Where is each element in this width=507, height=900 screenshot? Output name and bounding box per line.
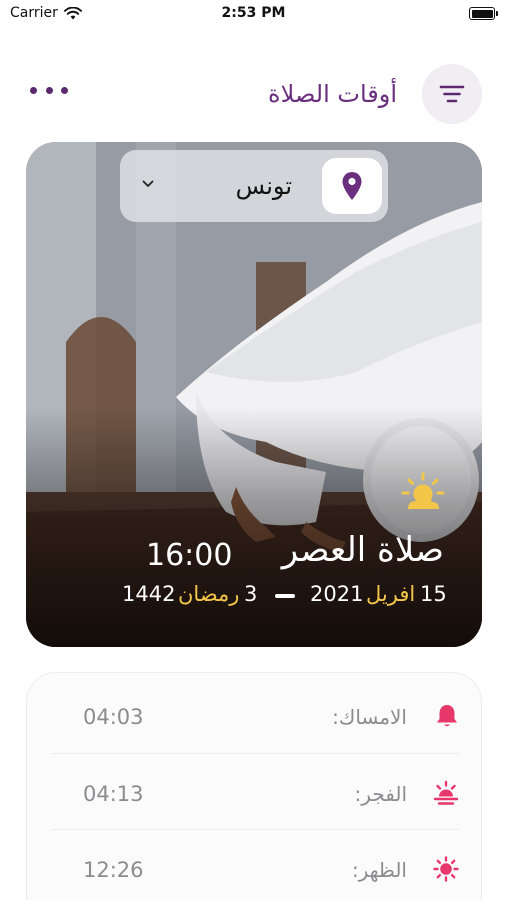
filter-button[interactable] bbox=[422, 64, 482, 124]
sunrise-icon bbox=[433, 780, 459, 805]
location-pin-button[interactable] bbox=[322, 158, 382, 214]
status-time: 2:53 PM bbox=[221, 5, 286, 21]
gregorian-month: افريل bbox=[366, 582, 416, 606]
prayer-label: الامساك: bbox=[332, 705, 407, 729]
hijri-month: رمضان bbox=[178, 582, 240, 606]
prayer-times-list: الامساك: 04:03 الفجر: 04:13 الظهر: 12:26 bbox=[26, 672, 482, 900]
sun-icon bbox=[433, 856, 459, 882]
more-dots-icon bbox=[30, 86, 37, 94]
prayer-label: الظهر: bbox=[351, 858, 407, 882]
current-prayer-time: 16:00 bbox=[146, 538, 233, 573]
prayer-label: الفجر: bbox=[354, 782, 407, 806]
date-row: 1442 رمضان 3 2021 افريل 15 bbox=[122, 582, 452, 612]
hijri-day: 3 bbox=[244, 582, 258, 606]
city-name: تونس bbox=[235, 172, 292, 200]
prayer-time-value: 12:26 bbox=[83, 858, 144, 882]
status-bar: Carrier 2:53 PM bbox=[0, 0, 507, 30]
current-prayer-card: تونس صلاة العصر 16:00 1442 رمضان 3 2021 … bbox=[26, 142, 482, 647]
bell-icon bbox=[437, 705, 457, 727]
prayer-time-value: 04:03 bbox=[83, 705, 144, 729]
current-prayer-name: صلاة العصر bbox=[281, 530, 444, 570]
location-selector[interactable]: تونس bbox=[120, 150, 388, 222]
page-title: أوقات الصلاة bbox=[268, 80, 397, 108]
filter-lines-icon bbox=[439, 85, 465, 103]
prayer-time-row-imsak: الامساك: 04:03 bbox=[51, 677, 459, 753]
battery-icon bbox=[469, 7, 498, 20]
hijri-year: 1442 bbox=[122, 582, 176, 606]
more-options-button[interactable] bbox=[30, 80, 68, 100]
prayer-time-value: 04:13 bbox=[83, 782, 144, 806]
chevron-down-icon bbox=[142, 180, 154, 187]
gregorian-day: 15 bbox=[420, 582, 447, 606]
prayer-time-row-fajr: الفجر: 04:13 bbox=[51, 753, 459, 829]
map-pin-icon bbox=[342, 172, 362, 200]
sun-cloud-icon bbox=[401, 472, 445, 509]
prayer-time-row-dhuhr: الظهر: 12:26 bbox=[51, 829, 459, 900]
date-separator bbox=[275, 594, 295, 598]
gregorian-year: 2021 bbox=[310, 582, 364, 606]
